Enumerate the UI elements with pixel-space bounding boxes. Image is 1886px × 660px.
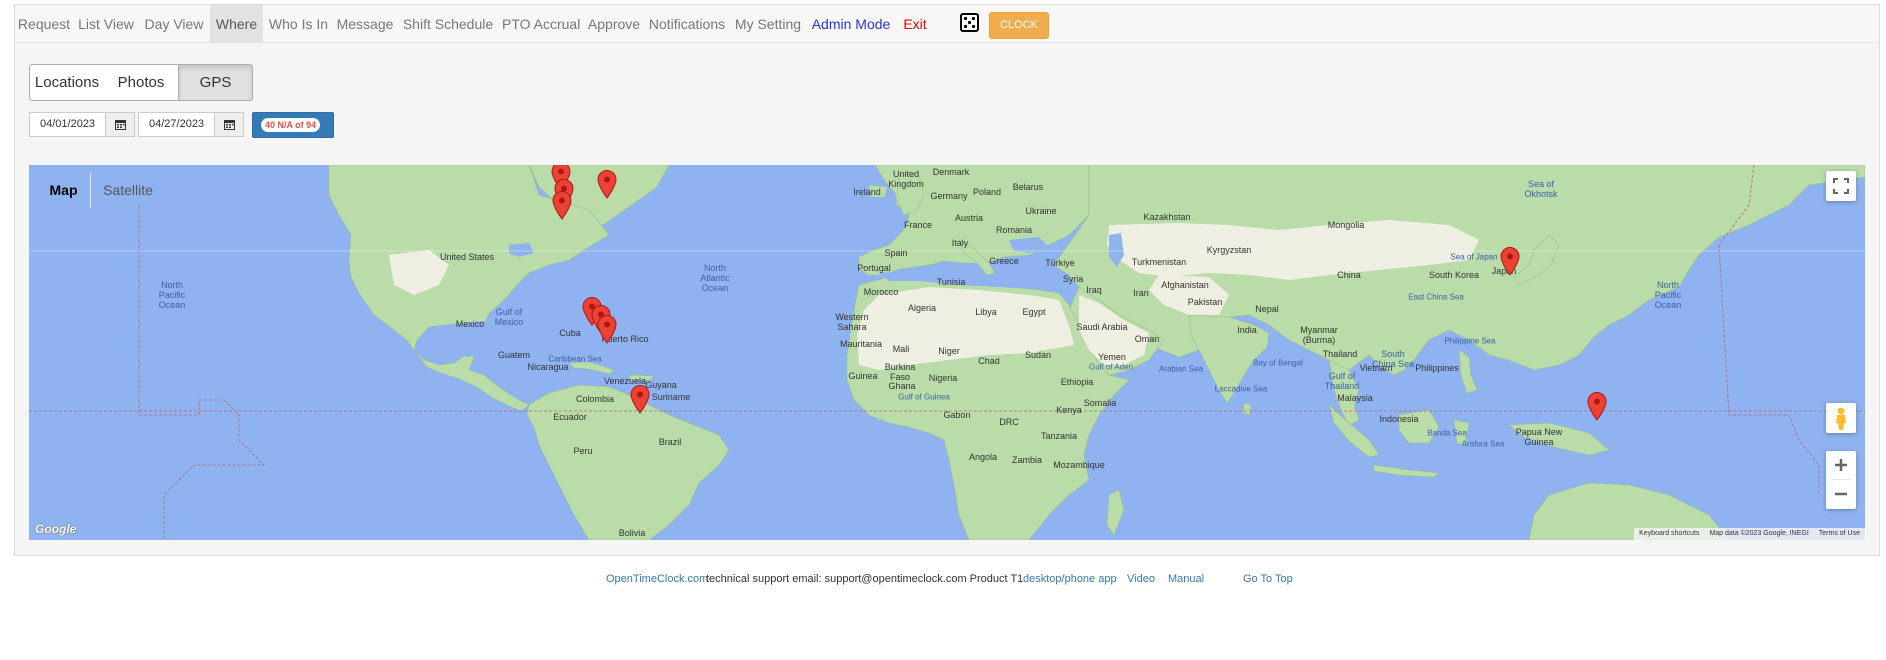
start-date-input[interactable]: 04/01/2023 [29,112,106,137]
na-count-button[interactable]: 40 N/A of 94 [252,112,334,138]
keyboard-shortcuts-link[interactable]: Keyboard shortcuts [1634,528,1704,540]
end-date-calendar-button[interactable] [214,112,244,137]
terms-of-use-link[interactable]: Terms of Use [1814,528,1865,540]
tab-gps[interactable]: GPS [178,64,253,101]
map-pin-marker[interactable] [629,384,651,414]
nav-approve[interactable]: Approve [586,5,642,43]
footer-go-to-top-link[interactable]: Go To Top [1243,572,1293,586]
nav-exit[interactable]: Exit [899,5,931,43]
footer-desktop-app-link[interactable]: desktop/phone app [1023,572,1117,586]
tab-locations[interactable]: Locations [29,64,105,101]
map-pin-marker[interactable] [596,169,618,200]
zoom-control [1826,451,1856,509]
map-pin-marker[interactable] [551,190,573,221]
nav-where[interactable]: Where [210,5,263,43]
nav-request[interactable]: Request [15,5,73,43]
fullscreen-icon [1833,178,1849,194]
footer-support-text: technical support email: support@opentim… [706,573,1024,585]
map-pin-icon [1500,247,1520,277]
start-date-calendar-button[interactable] [105,112,135,137]
nav-who-is-in[interactable]: Who Is In [268,5,329,43]
google-logo: Google [35,522,77,536]
map-pin-marker[interactable] [596,314,618,344]
nav-list-view[interactable]: List View [76,5,136,43]
footer-brand-link[interactable]: OpenTimeClock.com [606,572,708,586]
tab-photos[interactable]: Photos [104,64,179,101]
map-pin-marker[interactable] [1586,391,1608,422]
pegman-icon [1836,407,1846,430]
calendar-icon [224,120,235,130]
map-base [29,165,1865,540]
zoom-in-button[interactable] [1826,451,1856,479]
nav-pto-accrual[interactable]: PTO Accrual [502,5,580,43]
top-navigation: Request List View Day View Where Who Is … [15,5,1879,43]
dice-icon[interactable] [960,13,979,32]
map-type-map-button[interactable]: Map [37,172,90,208]
map-pin-icon [1587,392,1607,422]
zoom-out-button[interactable] [1826,480,1856,509]
gps-map[interactable]: North Pacific Ocean North Atlantic Ocean… [29,165,1865,540]
nav-admin-mode[interactable]: Admin Mode [809,5,893,43]
map-pin-icon [630,384,650,414]
fullscreen-button[interactable] [1826,171,1856,201]
na-count-badge: 40 N/A of 94 [261,118,321,132]
map-pin-icon [597,315,617,344]
map-pin-icon [597,170,617,200]
nav-day-view[interactable]: Day View [142,5,206,43]
clock-button[interactable]: CLOCK [989,12,1049,39]
plus-icon [1835,459,1847,471]
nav-my-setting[interactable]: My Setting [733,5,803,43]
footer-video-link[interactable]: Video [1127,572,1155,586]
map-type-satellite-button[interactable]: Satellite [90,172,165,208]
map-pin-icon [552,191,572,221]
nav-shift-schedule[interactable]: Shift Schedule [401,5,495,43]
calendar-icon [115,120,126,130]
minus-icon [1835,492,1847,496]
map-attribution: Keyboard shortcuts Map data ©2023 Google,… [1634,528,1865,540]
map-data-text: Map data ©2023 Google, INEGI [1709,530,1809,537]
end-date-input[interactable]: 04/27/2023 [138,112,215,137]
nav-message[interactable]: Message [335,5,395,43]
footer-manual-link[interactable]: Manual [1168,572,1204,586]
nav-notifications[interactable]: Notifications [648,5,726,43]
map-pin-marker[interactable] [1499,246,1521,277]
street-view-pegman-button[interactable] [1826,403,1856,433]
